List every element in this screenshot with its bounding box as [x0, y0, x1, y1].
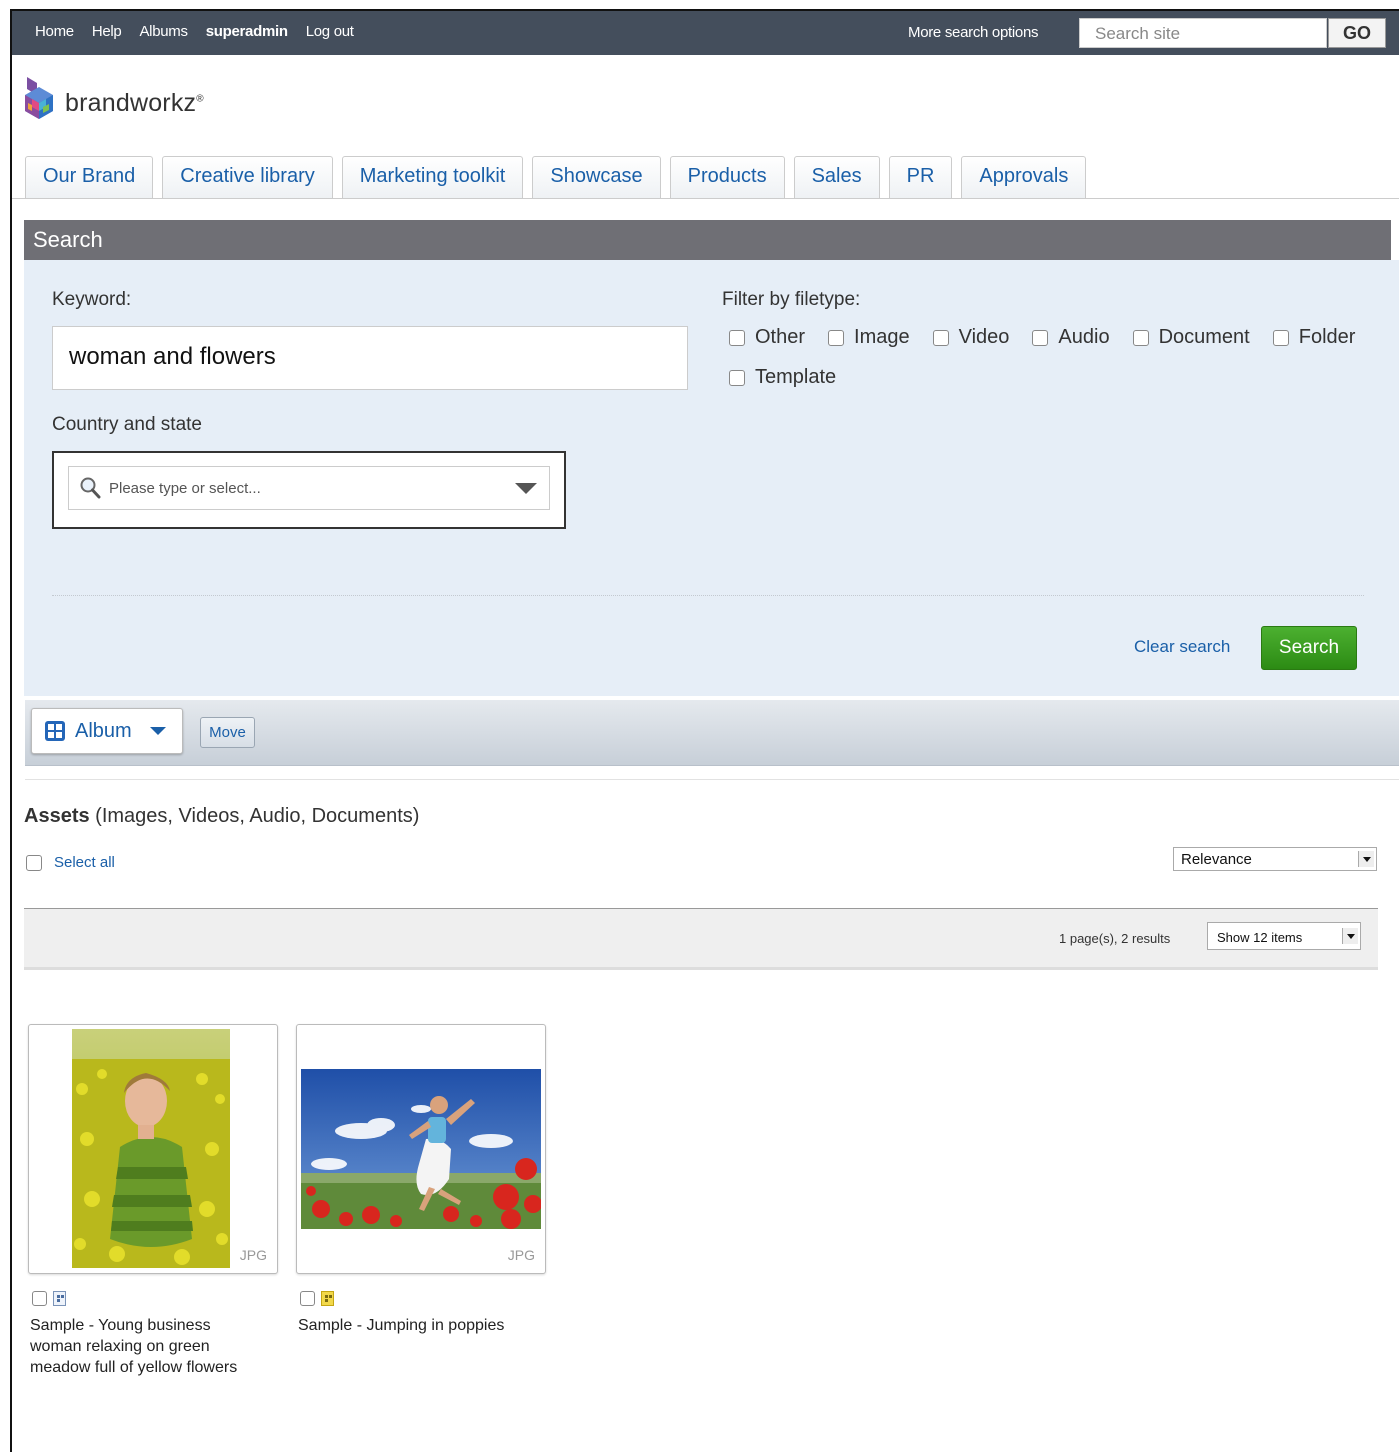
filetype-audio[interactable]: Audio	[1032, 326, 1110, 349]
search-panel-title: Search	[24, 220, 1391, 260]
top-nav: Home Help Albums superadmin Log out	[35, 23, 372, 40]
asset-filetype: JPG	[239, 1247, 267, 1263]
filetype-row-1: Other Image Video Audio Document Folder	[729, 326, 1378, 349]
dropdown-arrow-icon[interactable]	[515, 483, 537, 494]
sort-select[interactable]: Relevance	[1173, 847, 1377, 871]
filetype-audio-checkbox[interactable]	[1032, 329, 1049, 346]
assets-heading-bold: Assets	[24, 805, 90, 827]
filetype-other-checkbox[interactable]	[729, 329, 745, 346]
country-field-frame: Please type or select...	[52, 451, 566, 529]
asset-select-checkbox[interactable]	[300, 1291, 315, 1306]
filetype-image[interactable]: Image	[828, 326, 910, 349]
album-label: Album	[75, 719, 132, 742]
filetype-folder-checkbox[interactable]	[1272, 329, 1289, 346]
asset-caption[interactable]: Sample - Young business woman relaxing o…	[30, 1315, 266, 1378]
filetype-other[interactable]: Other	[729, 326, 805, 349]
nav-help-link[interactable]: Help	[92, 23, 122, 40]
filetype-folder[interactable]: Folder	[1272, 326, 1356, 349]
keyword-input[interactable]: woman and flowers	[52, 326, 688, 390]
dropdown-arrow-icon[interactable]	[1358, 851, 1374, 867]
filetype-other-label: Other	[755, 326, 806, 348]
dropdown-arrow-icon[interactable]	[1342, 928, 1358, 944]
nav-home-link[interactable]: Home	[35, 23, 74, 40]
tabs-divider	[12, 198, 1399, 199]
page-size-value: Show 12 items	[1217, 930, 1303, 945]
paging-bar: 1 page(s), 2 results Show 12 items	[24, 908, 1378, 970]
filetype-document-label: Document	[1158, 326, 1250, 348]
tab-marketing-toolkit[interactable]: Marketing toolkit	[341, 156, 524, 199]
page: Home Help Albums superadmin Log out More…	[12, 11, 1399, 1452]
tab-creative-library[interactable]: Creative library	[162, 156, 333, 199]
tab-our-brand[interactable]: Our Brand	[25, 156, 154, 199]
country-placeholder: Please type or select...	[109, 480, 261, 497]
country-label: Country and state	[52, 414, 202, 435]
filetype-template[interactable]: Template	[729, 366, 836, 389]
brand-logo[interactable]: brandworkz®	[23, 77, 204, 129]
assets-heading: Assets (Images, Videos, Audio, Documents…	[24, 805, 419, 828]
filetype-video-label: Video	[958, 326, 1010, 348]
sort-select-value: Relevance	[1181, 851, 1252, 868]
site-search-input[interactable]: Search site	[1079, 18, 1327, 48]
clear-search-link[interactable]: Clear search	[1134, 637, 1230, 657]
filetype-audio-label: Audio	[1058, 326, 1110, 348]
tab-products[interactable]: Products	[669, 156, 785, 199]
filetype-image-label: Image	[854, 326, 910, 348]
brand-name: brandworkz®	[65, 89, 204, 118]
asset-select-checkbox[interactable]	[32, 1291, 47, 1306]
country-select[interactable]: Please type or select...	[68, 466, 550, 510]
asset-card-meta	[32, 1291, 66, 1306]
image-type-icon	[53, 1291, 66, 1306]
filetype-video[interactable]: Video	[932, 326, 1010, 349]
tab-showcase[interactable]: Showcase	[532, 156, 661, 199]
brand-mark: ®	[196, 93, 204, 105]
asset-card[interactable]: JPG	[28, 1024, 278, 1274]
more-search-options-link[interactable]: More search options	[908, 24, 1039, 41]
search-panel: Keyword: woman and flowers Country and s…	[24, 260, 1399, 696]
filetype-image-checkbox[interactable]	[828, 329, 845, 346]
select-all-label[interactable]: Select all	[54, 854, 115, 871]
asset-filetype: JPG	[507, 1247, 535, 1263]
top-bar: Home Help Albums superadmin Log out More…	[12, 11, 1399, 55]
image-type-icon	[321, 1291, 334, 1306]
tab-approvals[interactable]: Approvals	[961, 156, 1087, 199]
album-dropdown-button[interactable]: Album	[31, 708, 183, 754]
asset-thumbnail-meadow[interactable]	[72, 1029, 230, 1268]
filetype-document-checkbox[interactable]	[1132, 329, 1149, 346]
filetype-template-label: Template	[755, 366, 837, 388]
filetype-template-checkbox[interactable]	[729, 369, 745, 386]
tab-pr[interactable]: PR	[888, 156, 953, 199]
filetype-document[interactable]: Document	[1132, 326, 1250, 349]
assets-heading-types: (Images, Videos, Audio, Documents)	[95, 805, 420, 827]
filetype-video-checkbox[interactable]	[932, 329, 949, 346]
tab-sales[interactable]: Sales	[793, 156, 880, 199]
album-toolbar: Album Move	[25, 700, 1399, 766]
go-button[interactable]: GO	[1328, 18, 1386, 48]
select-all-checkbox[interactable]	[26, 854, 42, 871]
filetype-row-2: Template	[729, 366, 859, 389]
results-count: 1 page(s), 2 results	[1059, 931, 1171, 946]
album-grid-icon	[45, 721, 65, 741]
asset-caption[interactable]: Sample - Jumping in poppies	[298, 1315, 548, 1336]
asset-card-meta	[300, 1291, 334, 1306]
select-all[interactable]: Select all	[26, 854, 115, 871]
toolbar-divider	[25, 779, 1399, 780]
move-button[interactable]: Move	[200, 717, 255, 748]
asset-thumbnail-poppies[interactable]	[301, 1069, 541, 1229]
main-tabs: Our Brand Creative library Marketing too…	[25, 156, 1095, 199]
search-icon	[80, 477, 101, 499]
nav-albums-link[interactable]: Albums	[139, 23, 188, 40]
search-button[interactable]: Search	[1261, 626, 1357, 670]
nav-user-link[interactable]: superadmin	[206, 23, 288, 40]
search-divider	[52, 595, 1364, 596]
brand-name-text: brandworkz	[65, 88, 197, 117]
brand-logo-icon	[25, 77, 53, 119]
chevron-down-icon	[149, 727, 166, 735]
filetype-folder-label: Folder	[1298, 326, 1356, 348]
nav-logout-link[interactable]: Log out	[306, 23, 354, 40]
asset-card[interactable]: JPG	[296, 1024, 546, 1274]
filter-filetype-label: Filter by filetype:	[722, 289, 861, 310]
keyword-label: Keyword:	[52, 289, 132, 310]
page-size-select[interactable]: Show 12 items	[1207, 922, 1361, 950]
